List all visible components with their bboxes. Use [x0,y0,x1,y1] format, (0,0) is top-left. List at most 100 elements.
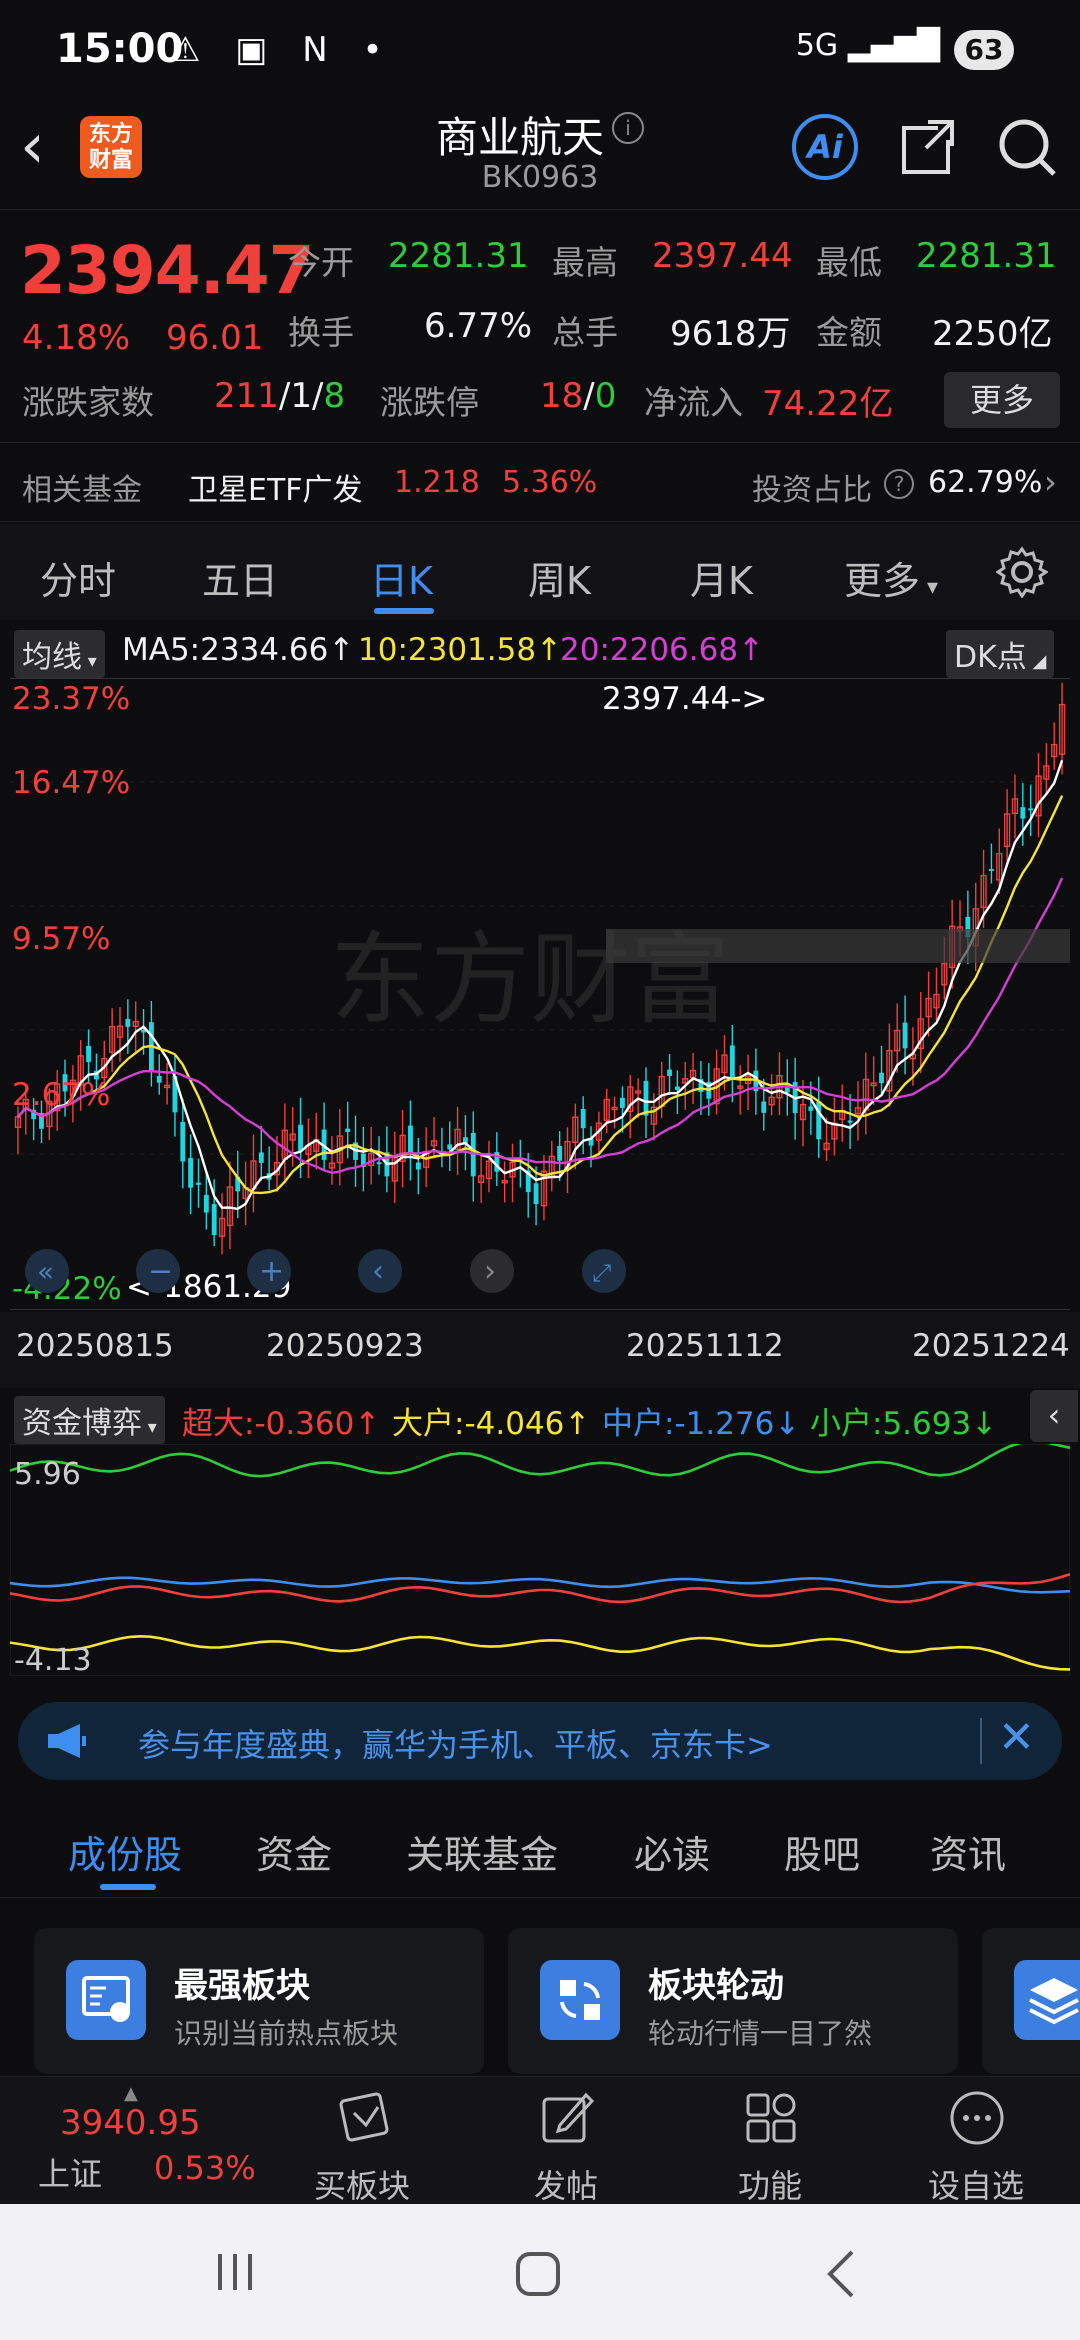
flow-indicator-selector[interactable]: 资金博弈 ▾ [14,1396,165,1444]
edit-icon [542,2092,595,2143]
collapse-panel-button[interactable]: ‹ [1030,1390,1078,1442]
help-icon[interactable]: ? [884,469,914,499]
dk-point-button[interactable]: DK点 ◢ [946,630,1055,678]
candlestick-svg: 东方财富 23.37% 16.47% 9.57% 2.67% -4.22% 23… [10,681,1070,1307]
close-icon[interactable]: ✕ [998,1712,1035,1763]
related-fund-row[interactable]: 相关基金 卫星ETF广发 1.218 5.36% 投资占比 ? 62.79% › [0,442,1080,522]
sector-rotation-card[interactable]: 板块轮动 轮动行情一目了然 [508,1928,958,2074]
price-band-highlight [606,929,1070,963]
candle-body [674,1086,680,1090]
candle-body [902,1022,908,1049]
candle-body [345,1128,351,1132]
index-pct[interactable]: 0.53% [154,2149,256,2187]
active-subtab-indicator [100,1884,156,1890]
indicator-selector[interactable]: 均线 ▾ [14,630,105,678]
post-button[interactable]: 发帖 [466,2077,666,2205]
app-header: ‹ 东方财富 商业航天 i BK0963 Ai [0,100,1080,210]
index-price[interactable]: 3940.95 [60,2103,201,2143]
ma-legend: 均线 ▾ MA5:2334.66↑ 10:2301.58↑ 20:2206.68… [0,624,1080,678]
functions-button[interactable]: 功能 [670,2077,870,2205]
candle-body [879,1072,884,1084]
limit-label: 涨跌停 [380,383,479,422]
date-label: 20251224 [912,1328,1070,1364]
share-icon[interactable] [898,116,958,178]
ma5-value: MA5:2334.66↑ [122,632,355,668]
tab-intraday[interactable]: 分时 [40,550,116,605]
candle-body [533,1183,539,1205]
tab-news[interactable]: 资讯 [930,1824,1006,1879]
index-name[interactable]: 上证 [38,2149,102,2195]
candle-body [258,1152,264,1163]
add-watchlist-button[interactable]: 设自选 [876,2077,1076,2205]
home-icon[interactable] [512,2248,564,2300]
candle-body [180,1121,186,1162]
tab-must-read[interactable]: 必读 [634,1824,710,1879]
recent-apps-icon[interactable] [210,2250,260,2294]
back-nav-icon[interactable] [820,2248,860,2300]
candle-body [761,1101,767,1113]
date-axis: 20250815 20250923 20251112 20251224 [0,1312,1080,1388]
ai-assistant-button[interactable]: Ai [792,114,858,180]
amount-label: 金额 [816,313,882,352]
tab-weekly-k[interactable]: 周K [528,550,591,605]
amount-value: 2250亿 [932,314,1053,354]
rotation-icon [540,1960,620,2040]
change-percent: 4.18% [22,318,131,358]
more-button[interactable]: 更多 [944,372,1060,428]
candle-body [415,1162,421,1170]
toolbar-label: 功能 [737,2167,802,2205]
open-value: 2281.31 [388,236,529,276]
fund-name: 卫星ETF广发 [188,473,363,508]
volume-label: 总手 [552,313,618,352]
fund-flow-chart[interactable]: 5.96 -4.13 [9,1440,1071,1678]
candle-body [196,1182,201,1185]
quote-panel: 2394.47 4.18% 96.01 今开 2281.31 最高 2397.4… [0,212,1080,442]
content-tabs: 成份股 资金 关联基金 必读 股吧 资讯 [0,1800,1080,1898]
candle-body [376,1162,382,1165]
chart-period-tabs: 分时 五日 日K 周K 月K 更多 ▾ [0,524,1080,620]
candle-body [847,1120,853,1123]
fund-flow-svg: 5.96 -4.13 [9,1440,1071,1678]
fund-label: 相关基金 [22,473,142,508]
candle-body [808,1106,814,1111]
low-label: 最低 [816,243,882,282]
flow-axis-bottom: -4.13 [14,1643,92,1676]
more-tools-card[interactable] [982,1928,1080,2074]
strongest-sector-card[interactable]: 最强板块 识别当前热点板块 [34,1928,484,2074]
turnover-value: 6.77% [424,306,533,346]
promo-banner[interactable]: 参与年度盛典，赢华为手机、平板、京东卡> ✕ [18,1702,1062,1780]
tab-forum[interactable]: 股吧 [784,1824,860,1879]
tab-daily-k[interactable]: 日K [370,550,433,605]
tab-monthly-k[interactable]: 月K [690,550,753,605]
fund-pct: 5.36% [502,465,598,500]
ratio-label: 投资占比 [752,473,872,508]
breadth-values: 211/1/8 [214,376,346,416]
date-label: 20251112 [626,1328,784,1364]
buy-sector-button[interactable]: 买板块 [262,2077,462,2205]
clock: 15:00 [56,26,184,72]
card-subtitle: 轮动行情一目了然 [648,2017,873,2050]
tab-more[interactable]: 更多 ▾ [844,550,938,605]
candlestick-chart[interactable]: 东方财富 23.37% 16.47% 9.57% 2.67% -4.22% 23… [10,678,1070,1310]
toolbar-label: 买板块 [313,2167,410,2205]
candle-body [86,1045,92,1062]
megaphone-icon [48,1724,86,1758]
pct-label-2: 16.47% [12,765,130,801]
search-icon[interactable] [994,114,1060,180]
candle-body [211,1204,217,1236]
low-value: 2281.31 [916,236,1057,276]
candle-body [1028,808,1034,811]
tab-related-funds[interactable]: 关联基金 [406,1824,558,1879]
chevron-left-icon: ‹ [372,1254,384,1289]
pct-label-top: 23.37% [12,681,130,717]
buy-sector-icon [339,2092,389,2142]
tab-five-day[interactable]: 五日 [202,550,278,605]
tab-capital[interactable]: 资金 [256,1824,332,1879]
candle-body [188,1158,194,1188]
date-label: 20250923 [266,1328,424,1364]
info-icon[interactable]: i [612,112,644,144]
toolbar-label: 设自选 [927,2167,1024,2205]
card-title: 最强板块 [174,1966,310,2006]
settings-gear-icon[interactable] [996,546,1048,598]
tab-constituents[interactable]: 成份股 [68,1824,182,1879]
